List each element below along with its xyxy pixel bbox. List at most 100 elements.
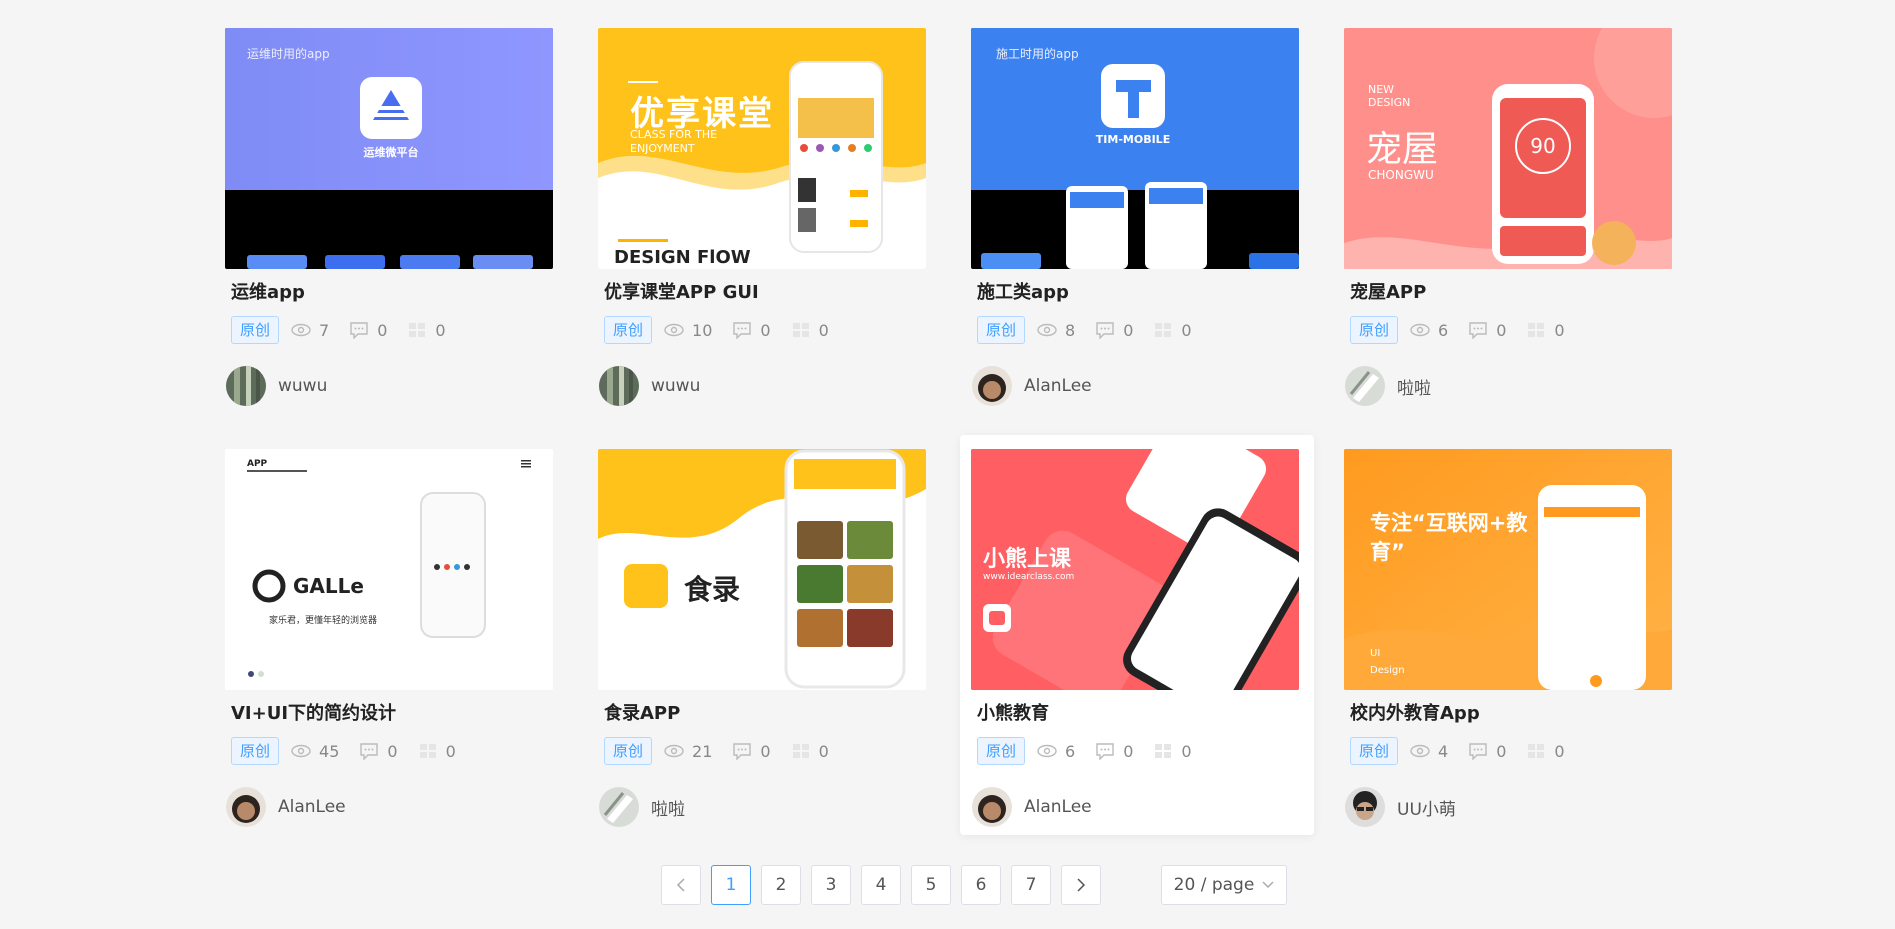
cover-subtitle: 家乐君，更懂年轻的浏览器 xyxy=(269,616,378,626)
author[interactable]: wuwu xyxy=(226,366,327,406)
work-cover-image[interactable]: 专注“互联网+教育” UI Design xyxy=(1344,449,1672,690)
comment-count: 0 xyxy=(1095,742,1133,761)
eye-icon xyxy=(1410,744,1430,758)
page-button-1[interactable]: 1 xyxy=(711,865,751,905)
prev-page-button[interactable] xyxy=(661,865,701,905)
work-cover-image[interactable]: 施工时用的app TIM-MOBILE xyxy=(971,28,1299,269)
comment-count: 0 xyxy=(1095,321,1133,340)
thumbs-up-icon xyxy=(409,323,426,337)
view-count: 10 xyxy=(664,321,712,340)
thumbs-up-icon xyxy=(792,744,809,758)
work-card[interactable]: 小熊上课 www.idearclass.com 小熊教育 原创 6 0 0 Al… xyxy=(960,435,1314,835)
work-title[interactable]: 施工类app xyxy=(977,278,1069,304)
author-name[interactable]: UU小萌 xyxy=(1397,795,1456,820)
work-title[interactable]: 校内外教育App xyxy=(1350,699,1480,725)
work-card[interactable]: 90 NEW DESIGN 宠屋 CHONGWU 宠屋APP 原创 6 0 0 xyxy=(1333,14,1687,414)
work-meta: 原创 7 0 0 xyxy=(231,316,466,344)
page-button-2[interactable]: 2 xyxy=(761,865,801,905)
page-button-4[interactable]: 4 xyxy=(861,865,901,905)
author[interactable]: AlanLee xyxy=(226,787,346,827)
author-name[interactable]: wuwu xyxy=(651,376,700,396)
author[interactable]: wuwu xyxy=(599,366,700,406)
thumbs-up-icon xyxy=(1155,323,1172,337)
work-cover-image[interactable]: 运维时用的app 运维微平台 xyxy=(225,28,553,269)
work-card[interactable]: 专注“互联网+教育” UI Design 校内外教育App 原创 4 0 0 U… xyxy=(1333,435,1687,835)
page-button-6[interactable]: 6 xyxy=(961,865,1001,905)
author-name[interactable]: wuwu xyxy=(278,376,327,396)
work-title[interactable]: 运维app xyxy=(231,278,305,304)
cover-subtitle: UI Design xyxy=(1370,648,1405,676)
author-name[interactable]: 啦啦 xyxy=(651,795,685,820)
view-count: 6 xyxy=(1037,742,1075,761)
work-title[interactable]: VI+UI下的简约设计 xyxy=(231,699,396,725)
original-tag: 原创 xyxy=(977,737,1026,765)
cover-caption: 运维时用的app xyxy=(247,47,330,61)
view-count: 21 xyxy=(664,742,712,761)
work-cover-image[interactable]: 小熊上课 www.idearclass.com xyxy=(971,449,1299,690)
work-card[interactable]: 优享课堂 CLASS FOR THE ENJOYMENT DESIGN FlOW… xyxy=(587,14,941,414)
avatar[interactable] xyxy=(226,787,266,827)
author-name[interactable]: AlanLee xyxy=(1024,376,1092,396)
work-card[interactable]: 施工时用的app TIM-MOBILE 施工类app 原创 8 0 0 Alan… xyxy=(960,14,1314,414)
author-name[interactable]: 啦啦 xyxy=(1397,374,1431,399)
avatar[interactable] xyxy=(599,366,639,406)
work-cover-image[interactable]: APP GALLe 家乐君，更懂年轻的浏览器 xyxy=(225,449,553,690)
original-tag: 原创 xyxy=(231,737,280,765)
work-title[interactable]: 优享课堂APP GUI xyxy=(604,278,759,304)
work-cover-image[interactable]: 90 NEW DESIGN 宠屋 CHONGWU xyxy=(1344,28,1672,269)
view-count: 4 xyxy=(1410,742,1448,761)
eye-icon xyxy=(1037,323,1057,337)
avatar[interactable] xyxy=(972,366,1012,406)
avatar[interactable] xyxy=(1345,366,1385,406)
work-card[interactable]: APP GALLe 家乐君，更懂年轻的浏览器 VI+UI下的简约设计 原创 45… xyxy=(214,435,568,835)
author-name[interactable]: AlanLee xyxy=(1024,797,1092,817)
eye-icon xyxy=(291,744,311,758)
eye-icon xyxy=(291,323,311,337)
work-meta: 原创 45 0 0 xyxy=(231,737,476,765)
thumbs-up-icon xyxy=(1528,323,1545,337)
author[interactable]: AlanLee xyxy=(972,366,1092,406)
work-title[interactable]: 食录APP xyxy=(604,699,680,725)
author-name[interactable]: AlanLee xyxy=(278,797,346,817)
cover-caption: 专注“互联网+教育” xyxy=(1370,511,1528,564)
thumbs-up-icon xyxy=(1528,744,1545,758)
comment-count: 0 xyxy=(1468,742,1506,761)
page-size-select[interactable]: 20 / page xyxy=(1161,865,1287,905)
original-tag: 原创 xyxy=(604,316,653,344)
comment-icon xyxy=(360,743,379,760)
comment-icon xyxy=(1096,322,1114,339)
chevron-down-icon xyxy=(1262,878,1274,892)
work-title[interactable]: 宠屋APP xyxy=(1350,278,1426,304)
view-count: 7 xyxy=(291,321,329,340)
page-button-5[interactable]: 5 xyxy=(911,865,951,905)
like-count: 0 xyxy=(407,321,446,340)
work-card[interactable]: 食录 食录APP 原创 21 0 0 啦啦 xyxy=(587,435,941,835)
author[interactable]: 啦啦 xyxy=(599,787,685,827)
work-title[interactable]: 小熊教育 xyxy=(977,699,1049,725)
work-cover-image[interactable]: 优享课堂 CLASS FOR THE ENJOYMENT DESIGN FlOW xyxy=(598,28,926,269)
cover-caption: 食录 xyxy=(684,573,741,606)
cover-logo-text: TIM-MOBILE xyxy=(1095,133,1171,146)
work-card[interactable]: 运维时用的app 运维微平台 运维app 原创 7 0 0 wuwu xyxy=(214,14,568,414)
page-button-3[interactable]: 3 xyxy=(811,865,851,905)
original-tag: 原创 xyxy=(231,316,280,344)
cover-subtitle: CHONGWU xyxy=(1368,168,1434,182)
page-size-value: 20 / page xyxy=(1173,875,1255,895)
page-button-7[interactable]: 7 xyxy=(1011,865,1051,905)
avatar[interactable] xyxy=(1345,787,1385,827)
author[interactable]: 啦啦 xyxy=(1345,366,1431,406)
avatar[interactable] xyxy=(972,787,1012,827)
work-cover-image[interactable]: 食录 xyxy=(598,449,926,690)
avatar[interactable] xyxy=(599,787,639,827)
thumbs-up-icon xyxy=(792,323,809,337)
next-page-button[interactable] xyxy=(1061,865,1101,905)
author[interactable]: AlanLee xyxy=(972,787,1092,827)
view-count: 6 xyxy=(1410,321,1448,340)
eye-icon xyxy=(1037,744,1057,758)
cover-caption: 小熊上课 xyxy=(983,547,1072,572)
author[interactable]: UU小萌 xyxy=(1345,787,1456,827)
work-meta: 原创 8 0 0 xyxy=(977,316,1212,344)
comment-count: 0 xyxy=(1468,321,1506,340)
cover-bottom-text: DESIGN FlOW xyxy=(614,247,751,268)
avatar[interactable] xyxy=(226,366,266,406)
